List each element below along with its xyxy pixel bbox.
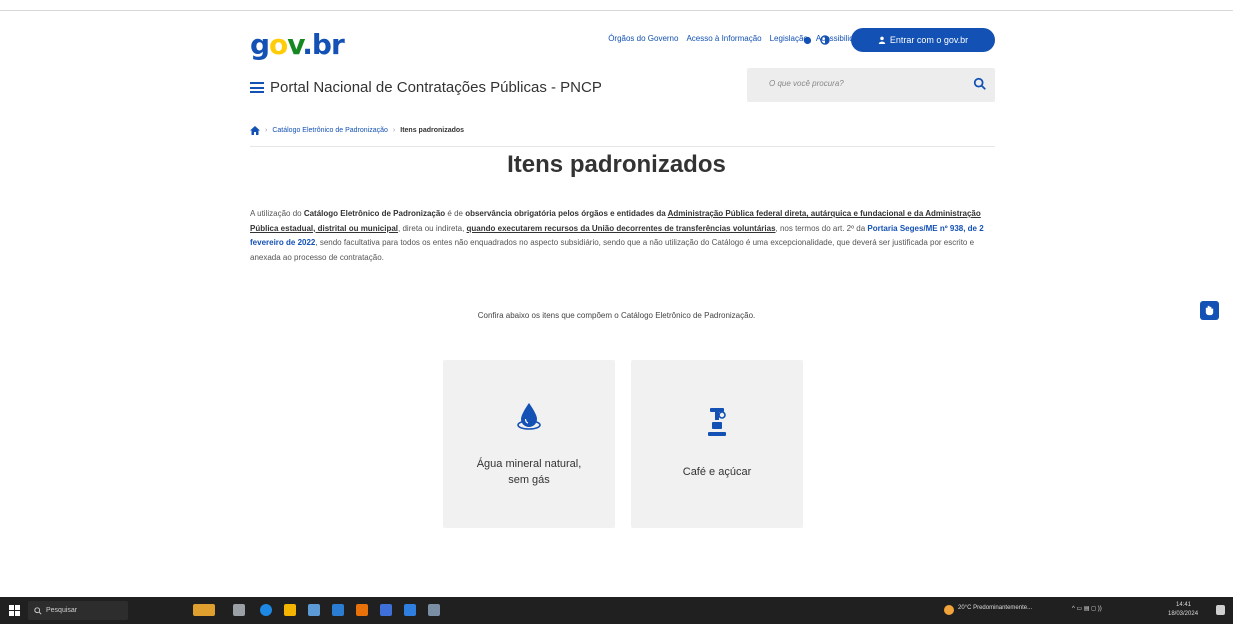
app-icon[interactable] bbox=[404, 604, 416, 616]
user-icon bbox=[878, 36, 886, 44]
card-agua-mineral[interactable]: Água mineral natural, sem gás bbox=[443, 360, 615, 528]
cookie-icon[interactable] bbox=[801, 34, 813, 46]
app-icon[interactable] bbox=[356, 604, 368, 616]
card-label-line: Água mineral natural, bbox=[476, 458, 582, 470]
intro-text: A utilização do bbox=[250, 209, 304, 218]
windows-start-icon[interactable] bbox=[9, 605, 20, 616]
intro-text: é de bbox=[445, 209, 466, 218]
file-explorer-icon[interactable] bbox=[284, 604, 296, 616]
card-label: Café e açúcar bbox=[631, 464, 803, 480]
link-acesso-informacao[interactable]: Acesso à Informação bbox=[686, 34, 761, 43]
word-icon[interactable] bbox=[380, 604, 392, 616]
intro-text: Catálogo Eletrônico de Padronização bbox=[303, 209, 446, 218]
card-label-line: Café e açúcar bbox=[682, 466, 752, 478]
logo-part: o bbox=[269, 28, 288, 61]
water-drop-icon bbox=[517, 403, 541, 430]
search-box bbox=[747, 68, 995, 102]
logo-part: .br bbox=[302, 28, 344, 61]
govbr-logo[interactable]: gov.br bbox=[250, 28, 345, 61]
card-cafe-acucar[interactable]: Café e açúcar bbox=[631, 360, 803, 528]
notification-icon[interactable] bbox=[1216, 605, 1225, 615]
widgets-icon[interactable] bbox=[193, 604, 215, 616]
intro-link[interactable]: quando executarem recursos da União deco… bbox=[467, 224, 776, 233]
intro-text: , direta ou indireta, bbox=[398, 223, 467, 233]
mail-icon[interactable] bbox=[332, 604, 344, 616]
accessibility-button[interactable] bbox=[1200, 301, 1219, 320]
chevron-right-icon: › bbox=[265, 127, 268, 134]
card-label: Água mineral natural, sem gás bbox=[443, 456, 615, 488]
top-divider bbox=[0, 10, 1233, 11]
taskbar-weather[interactable]: 20°C Predominantemente... bbox=[958, 605, 1032, 611]
intro-text: observância obrigatória pelos órgãos e e… bbox=[465, 209, 668, 218]
app-icon[interactable] bbox=[428, 604, 440, 616]
logo-part: v bbox=[287, 28, 303, 61]
section-subtitle: Confira abaixo os itens que compõem o Ca… bbox=[477, 311, 756, 320]
home-icon[interactable] bbox=[250, 126, 260, 135]
page-title: Itens padronizados bbox=[507, 151, 726, 178]
taskbar-search[interactable]: Pesquisar bbox=[28, 601, 128, 620]
taskbar-date[interactable]: 18/03/2024 bbox=[1168, 611, 1198, 617]
login-button[interactable]: Entrar com o gov.br bbox=[851, 28, 995, 52]
intro-link[interactable]: Administração Pública federal direta, au… bbox=[668, 209, 905, 218]
intro-text: , sendo facultativa para todos os entes … bbox=[250, 238, 975, 262]
breadcrumb-item-current: Itens padronizados bbox=[400, 127, 465, 134]
menu-icon[interactable] bbox=[250, 82, 264, 93]
intro-text: , nos termos do art. 2º da bbox=[775, 223, 868, 233]
portal-title-text: Portal Nacional de Contratações Públicas… bbox=[270, 79, 602, 96]
portal-title: Portal Nacional de Contratações Públicas… bbox=[250, 79, 602, 96]
login-label: Entrar com o gov.br bbox=[889, 35, 969, 45]
chevron-right-icon: › bbox=[392, 127, 396, 134]
contrast-icon[interactable] bbox=[819, 34, 831, 46]
task-view-icon[interactable] bbox=[233, 604, 245, 616]
breadcrumb: › Catálogo Eletrônico de Padronização › … bbox=[250, 126, 464, 135]
card-label-line: sem gás bbox=[508, 474, 550, 486]
coffee-machine-icon bbox=[708, 408, 726, 436]
edge-icon[interactable] bbox=[260, 604, 272, 616]
search-icon bbox=[34, 606, 42, 615]
windows-taskbar: Pesquisar 20°C Predominantemente... ^ ▭ … bbox=[0, 597, 1233, 624]
search-icon[interactable] bbox=[973, 77, 987, 91]
taskbar-time[interactable]: 14:41 bbox=[1176, 602, 1191, 608]
search-input[interactable] bbox=[769, 79, 959, 88]
logo-part: g bbox=[250, 28, 270, 61]
intro-paragraph: A utilização do Catálogo Eletrônico de P… bbox=[250, 207, 995, 265]
breadcrumb-divider bbox=[250, 146, 995, 147]
app-icon[interactable] bbox=[308, 604, 320, 616]
link-orgaos[interactable]: Órgãos do Governo bbox=[608, 34, 678, 43]
breadcrumb-item-catalogo[interactable]: Catálogo Eletrônico de Padronização bbox=[272, 127, 388, 134]
hand-icon bbox=[1205, 305, 1214, 316]
weather-icon bbox=[944, 605, 954, 615]
system-tray-icons[interactable]: ^ ▭ ▤ ◻ )) bbox=[1072, 605, 1102, 612]
taskbar-search-label: Pesquisar bbox=[46, 607, 78, 614]
